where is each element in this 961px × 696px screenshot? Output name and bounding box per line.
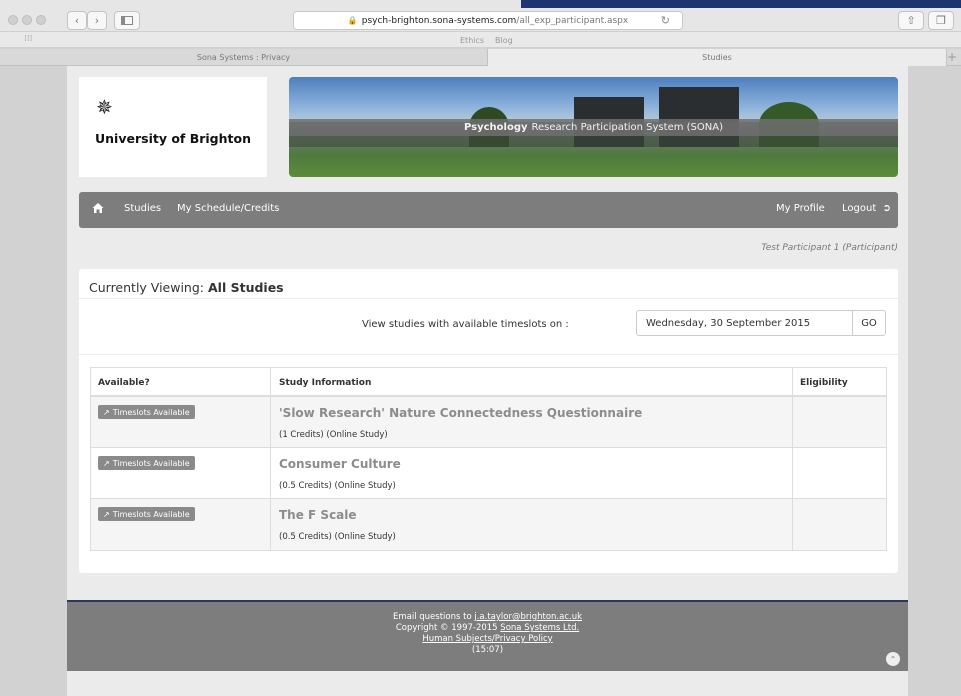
new-tab-button[interactable]: + xyxy=(947,50,957,64)
university-logo[interactable]: ✵ University of Brighton xyxy=(79,77,267,177)
footer-email-link[interactable]: j.a.taylor@brighton.ac.uk xyxy=(474,612,582,622)
studies-panel: Currently Viewing: All Studies View studi… xyxy=(79,269,898,573)
external-link-icon: ↗ xyxy=(103,509,110,519)
external-link-icon: ↗ xyxy=(103,407,110,417)
university-name: University of Brighton xyxy=(95,131,251,146)
back-to-top-button[interactable]: ⌃ xyxy=(886,652,900,666)
divider xyxy=(79,354,898,355)
footer-time: (15:07) xyxy=(471,645,504,655)
logout-label: Logout xyxy=(842,203,877,214)
divider xyxy=(79,298,898,299)
banner-title-rest: Research Participation System (SONA) xyxy=(531,122,723,133)
chevron-left-icon: ‹ xyxy=(74,14,80,27)
page-footer: Email questions to j.a.taylor@brighton.a… xyxy=(67,600,908,671)
tab-privacy[interactable]: Sona Systems : Privacy xyxy=(0,49,488,66)
url-host: psych-brighton.sona-systems.com xyxy=(361,15,517,26)
tab-label: Sona Systems : Privacy xyxy=(196,53,291,62)
header-eligibility[interactable]: Eligibility xyxy=(800,378,848,388)
chevron-right-icon: › xyxy=(94,14,100,27)
desktop-background xyxy=(521,0,961,8)
studies-table: Available? Study Information Eligibility… xyxy=(90,367,887,551)
nav-my-profile[interactable]: My Profile xyxy=(776,203,825,214)
footer-copyright: Copyright © 1997-2015 xyxy=(395,623,498,633)
study-meta: (0.5 Credits) (Online Study) xyxy=(279,481,396,491)
footer-email-line: Email questions to j.a.taylor@brighton.a… xyxy=(67,612,908,623)
main-nav: Studies My Schedule/Credits My Profile L… xyxy=(79,192,898,228)
footer-company-link[interactable]: Sona Systems Ltd. xyxy=(500,623,579,633)
reload-icon[interactable]: ↻ xyxy=(661,14,670,27)
page-content: ✵ University of Brighton Psychology Rese… xyxy=(67,66,908,696)
badge-label: Timeslots Available xyxy=(112,458,190,468)
zoom-window-button[interactable] xyxy=(36,15,46,25)
table-row: ↗ Timeslots Available 'Slow Research' Na… xyxy=(91,397,886,448)
header-study-information[interactable]: Study Information xyxy=(279,378,371,388)
tab-label: Studies xyxy=(702,53,732,62)
chevron-up-icon: ⌃ xyxy=(889,654,897,664)
grid-icon[interactable]: ⁞⁞⁞ xyxy=(24,34,33,44)
nav-studies[interactable]: Studies xyxy=(124,203,161,214)
forward-button[interactable]: › xyxy=(87,11,107,30)
footer-policy-link[interactable]: Human Subjects/Privacy Policy xyxy=(422,634,552,644)
table-row: ↗ Timeslots Available Consumer Culture (… xyxy=(91,448,886,499)
study-title-link[interactable]: Consumer Culture xyxy=(279,457,401,471)
logout-icon: ➲ xyxy=(882,203,891,214)
tab-bar: Sona Systems : Privacy Studies + xyxy=(0,49,961,66)
browser-titlebar: ‹ › 🔒 psych-brighton.sona-systems.com/al… xyxy=(0,0,961,32)
sidebar-icon xyxy=(121,16,133,25)
nav-schedule-credits[interactable]: My Schedule/Credits xyxy=(177,203,279,214)
table-header: Available? Study Information Eligibility xyxy=(91,368,886,397)
nav-logout[interactable]: Logout ➲ xyxy=(842,203,891,214)
currently-viewing: Currently Viewing: All Studies xyxy=(89,280,284,295)
study-meta: (1 Credits) (Online Study) xyxy=(279,430,388,440)
badge-label: Timeslots Available xyxy=(112,509,190,519)
share-icon: ⇧ xyxy=(906,14,916,27)
bookmark-blog[interactable]: Blog xyxy=(495,36,513,45)
minimize-window-button[interactable] xyxy=(22,15,32,25)
date-filter-label: View studies with available timeslots on… xyxy=(362,319,569,330)
tab-studies[interactable]: Studies xyxy=(488,49,947,66)
banner-title-bold: Psychology xyxy=(464,122,528,133)
viewing-value: All Studies xyxy=(208,280,284,295)
badge-label: Timeslots Available xyxy=(112,407,190,417)
home-icon[interactable] xyxy=(92,202,104,214)
timeslots-available-button[interactable]: ↗ Timeslots Available xyxy=(98,456,195,470)
study-title-link[interactable]: The F Scale xyxy=(279,508,357,522)
lock-icon: 🔒 xyxy=(347,16,358,25)
footer-copyright-line: Copyright © 1997-2015 Sona Systems Ltd. xyxy=(67,623,908,634)
logo-star-icon: ✵ xyxy=(96,95,113,119)
tabs-icon: ❐ xyxy=(936,14,946,27)
current-user: Test Participant 1 (Participant) xyxy=(761,243,898,253)
viewing-label: Currently Viewing: xyxy=(89,280,204,295)
url-path: /all_exp_participant.aspx xyxy=(516,15,629,26)
banner-title: Psychology Research Participation System… xyxy=(289,119,898,136)
study-meta: (0.5 Credits) (Online Study) xyxy=(279,532,396,542)
bookmarks-bar: ⁞⁞⁞ Ethics Blog xyxy=(0,32,961,48)
timeslots-available-button[interactable]: ↗ Timeslots Available xyxy=(98,405,195,419)
date-input[interactable]: Wednesday, 30 September 2015 xyxy=(636,310,853,336)
timeslots-available-button[interactable]: ↗ Timeslots Available xyxy=(98,507,195,521)
bookmark-ethics[interactable]: Ethics xyxy=(460,36,484,45)
show-tabs-button[interactable]: ❐ xyxy=(928,11,954,30)
address-bar[interactable]: 🔒 psych-brighton.sona-systems.com/all_ex… xyxy=(293,11,683,30)
external-link-icon: ↗ xyxy=(103,458,110,468)
sidebar-button[interactable] xyxy=(114,11,140,30)
close-window-button[interactable] xyxy=(8,15,18,25)
study-title-link[interactable]: 'Slow Research' Nature Connectedness Que… xyxy=(279,406,642,420)
header-banner: Psychology Research Participation System… xyxy=(289,77,898,177)
footer-email-prefix: Email questions to xyxy=(392,612,472,622)
table-row: ↗ Timeslots Available The F Scale (0.5 C… xyxy=(91,499,886,550)
header-available[interactable]: Available? xyxy=(98,378,150,388)
share-button[interactable]: ⇧ xyxy=(898,11,924,30)
go-button[interactable]: GO xyxy=(852,310,886,336)
back-button[interactable]: ‹ xyxy=(67,11,87,30)
